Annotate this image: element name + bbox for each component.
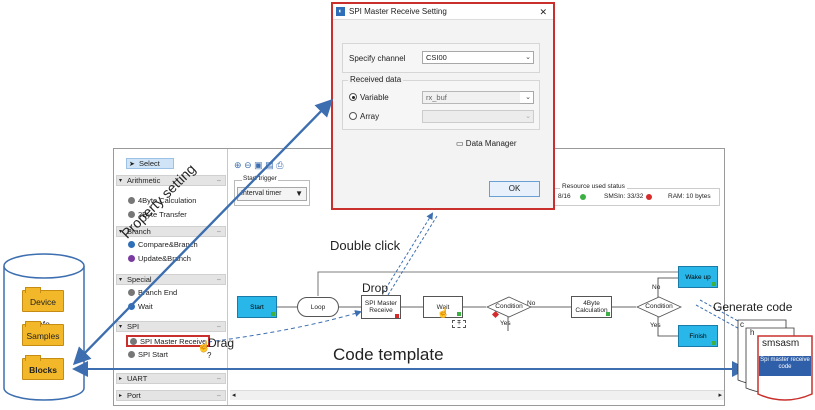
- code-template-label: Code template: [333, 345, 444, 364]
- c-file-label: c: [740, 320, 744, 329]
- h-file-label: h: [750, 328, 755, 337]
- smsasm-label: smsasm: [762, 338, 800, 349]
- generate-code-label: Generate code: [713, 300, 793, 314]
- drag-label: Drag: [208, 336, 235, 350]
- drop-label: Drop: [362, 281, 389, 295]
- double-click-label: Double click: [330, 238, 401, 253]
- double-click-arrow: [382, 212, 434, 294]
- cursor-question-mark: ?: [207, 351, 212, 360]
- spi-code-label: Spi master receive code: [760, 357, 810, 370]
